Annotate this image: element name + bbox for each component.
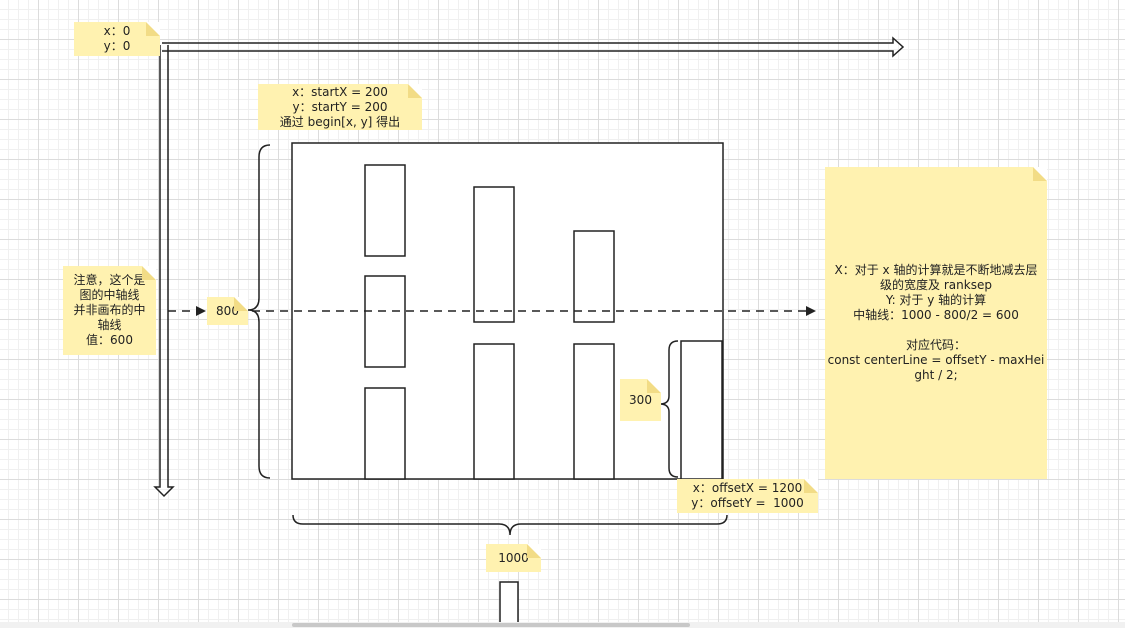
offset-y-text: y：offsetY = 1000: [691, 496, 804, 510]
y-axis-arrow: [153, 45, 175, 498]
horizontal-scrollbar-thumb[interactable]: [292, 623, 690, 627]
x-axis-arrow: [162, 36, 905, 58]
node-box: [473, 186, 515, 323]
width-brace: [292, 514, 728, 536]
node-height-label-note: 300: [620, 379, 661, 421]
node-box: [364, 275, 406, 368]
height-label: 800: [216, 303, 239, 318]
start-x-text: x：startX = 200: [292, 84, 388, 99]
center-note-line1: 注意，这个是: [73, 273, 146, 287]
explain-line8: ght / 2;: [914, 368, 958, 382]
height-label-note: 800: [207, 297, 248, 325]
explain-line4: 中轴线：1000 - 800/2 = 600: [853, 308, 1019, 322]
offset-note: x：offsetX = 1200 y：offsetY = 1000: [677, 479, 818, 513]
origin-y-text: y：0: [103, 39, 131, 53]
explain-line6: 对应代码：: [905, 338, 966, 352]
node-height-label: 300: [629, 392, 652, 407]
explanation-note: X：对于 x 轴的计算就是不断地减去层 级的宽度及 ranksep Y: 对于 …: [825, 167, 1047, 479]
explain-line7: const centerLine = offsetY - maxHei: [827, 353, 1045, 367]
start-source-text: 通过 begin[x, y] 得出: [279, 114, 401, 129]
explain-line2: 级的宽度及 ranksep: [880, 278, 992, 292]
width-label: 1000: [498, 550, 529, 565]
node-box: [573, 343, 615, 480]
origin-x-text: x：0: [103, 24, 131, 38]
center-note-line5: 值：600: [86, 333, 133, 347]
width-label-note: 1000: [486, 544, 541, 572]
node-box: [573, 230, 615, 323]
node-box: [364, 164, 406, 257]
node-box: [364, 387, 406, 480]
explain-line3: Y: 对于 y 轴的计算: [885, 293, 987, 307]
center-note-line4: 轴线: [97, 318, 122, 332]
node-box: [473, 343, 515, 480]
center-arrow-right-head: [806, 306, 816, 316]
start-y-text: y：startY = 200: [292, 99, 388, 114]
center-arrow-left-head: [196, 306, 206, 316]
center-axis-note: 注意，这个是 图的中轴线 并非画布的中 轴线 值：600: [63, 266, 156, 355]
center-note-line2: 图的中轴线: [79, 288, 140, 302]
offset-x-text: x：offsetX = 1200: [692, 481, 803, 495]
center-note-line3: 并非画布的中: [73, 303, 146, 317]
explain-line1: X：对于 x 轴的计算就是不断地减去层: [834, 263, 1038, 277]
start-position-note: x：startX = 200 y：startY = 200 通过 begin[x…: [258, 84, 422, 130]
origin-note: x：0 y：0: [74, 22, 160, 56]
node-box: [680, 340, 723, 480]
